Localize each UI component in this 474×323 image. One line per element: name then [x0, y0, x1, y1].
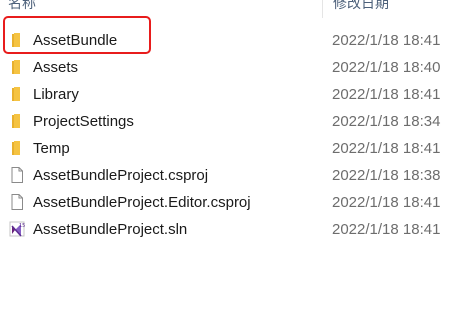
visual-studio-solution-icon: 15 [9, 221, 25, 237]
folder-icon [12, 87, 20, 101]
folder-icon [12, 60, 20, 74]
file-modified-date: 2022/1/18 18:38 [332, 167, 441, 184]
folder-icon [12, 33, 20, 47]
file-name: Assets [33, 59, 79, 76]
file-row-temp[interactable]: Temp 2022/1/18 18:41 [0, 135, 474, 162]
file-modified-date: 2022/1/18 18:41 [332, 140, 441, 157]
file-name: Library [33, 86, 79, 103]
file-row-csproj[interactable]: AssetBundleProject.csproj 2022/1/18 18:3… [0, 162, 474, 189]
file-list: AssetBundle 2022/1/18 18:41 Assets 2022/… [0, 27, 474, 243]
file-modified-date: 2022/1/18 18:41 [332, 194, 441, 211]
file-modified-date: 2022/1/18 18:41 [332, 221, 441, 238]
file-modified-date: 2022/1/18 18:41 [332, 32, 441, 49]
folder-icon [12, 114, 20, 128]
file-name: AssetBundleProject.Editor.csproj [33, 194, 251, 211]
file-icon [11, 194, 23, 210]
file-name: AssetBundle [33, 32, 118, 49]
file-name: AssetBundleProject.sln [33, 221, 188, 238]
column-header-date-modified[interactable]: 修改日期 [333, 0, 389, 13]
column-divider[interactable] [322, 0, 323, 18]
file-row-assets[interactable]: Assets 2022/1/18 18:40 [0, 54, 474, 81]
file-row-editor-csproj[interactable]: AssetBundleProject.Editor.csproj 2022/1/… [0, 189, 474, 216]
file-row-projectsettings[interactable]: ProjectSettings 2022/1/18 18:34 [0, 108, 474, 135]
file-modified-date: 2022/1/18 18:34 [332, 113, 441, 130]
file-row-library[interactable]: Library 2022/1/18 18:41 [0, 81, 474, 108]
file-icon [11, 167, 23, 183]
file-modified-date: 2022/1/18 18:40 [332, 59, 441, 76]
file-name: Temp [33, 140, 70, 157]
file-name: AssetBundleProject.csproj [33, 167, 209, 184]
column-header: 名称 修改日期 [0, 0, 474, 20]
file-row-sln[interactable]: 15 AssetBundleProject.sln 2022/1/18 18:4… [0, 216, 474, 243]
file-modified-date: 2022/1/18 18:41 [332, 86, 441, 103]
file-row-assetbundle[interactable]: AssetBundle 2022/1/18 18:41 [0, 27, 474, 54]
column-header-name[interactable]: 名称 [8, 0, 36, 13]
folder-icon [12, 141, 20, 155]
file-name: ProjectSettings [33, 113, 134, 130]
svg-text:15: 15 [19, 223, 25, 229]
